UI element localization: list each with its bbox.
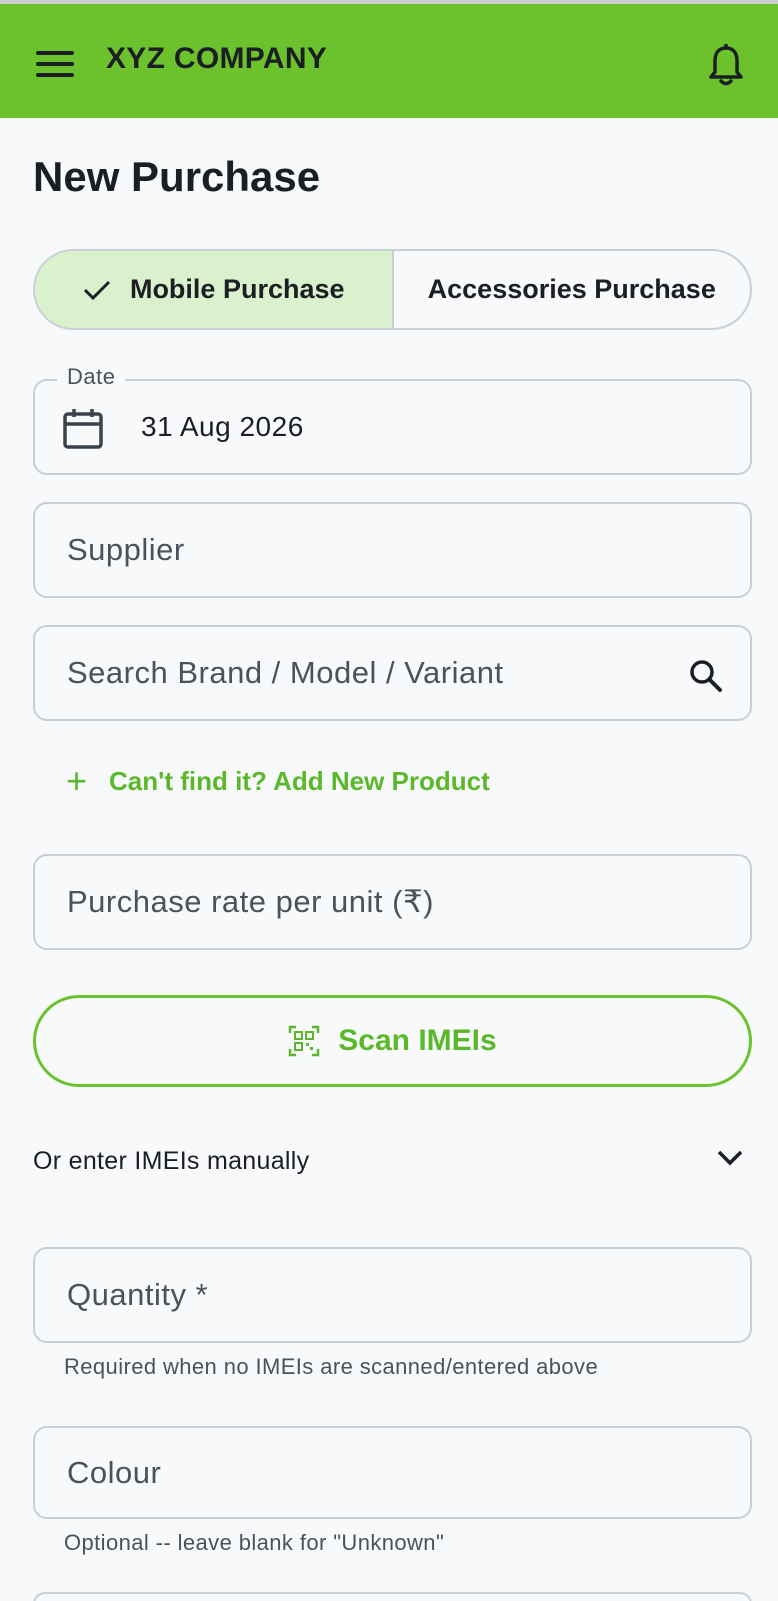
quantity-field[interactable]: Quantity * [33,1247,752,1343]
search-icon[interactable] [687,657,725,695]
quantity-placeholder: Quantity * [67,1277,209,1312]
qr-scan-icon [289,1025,320,1057]
calendar-icon [63,409,103,449]
date-label: Date [57,364,126,390]
menu-icon[interactable] [36,51,76,77]
purchase-rate-field[interactable]: Purchase rate per unit (₹) [33,854,752,950]
supplier-placeholder: Supplier [67,532,185,567]
manual-imei-toggle[interactable]: Or enter IMEIs manually [33,1136,752,1186]
add-new-product-label: Can't find it? Add New Product [109,765,490,796]
next-field-edge [33,1592,752,1601]
plus-icon: + [66,760,88,801]
colour-field[interactable]: Colour [33,1426,752,1519]
add-new-product-link[interactable]: + Can't find it? Add New Product [66,763,490,799]
page-title: New Purchase [33,153,321,200]
quantity-helper: Required when no IMEIs are scanned/enter… [64,1354,599,1379]
tab-accessories-purchase[interactable]: Accessories Purchase [394,251,751,328]
app-title: XYZ COMPANY [106,42,328,75]
search-placeholder: Search Brand / Model / Variant [67,655,504,690]
tab-label: Mobile Purchase [129,274,345,304]
purchase-type-toggle: Mobile Purchase Accessories Purchase [33,249,752,330]
date-field[interactable]: Date 31 Aug 2026 [33,364,752,475]
app-bar: XYZ COMPANY [0,4,778,118]
tab-mobile-purchase[interactable]: Mobile Purchase [35,251,394,328]
bell-icon[interactable] [706,44,746,88]
scan-imeis-label: Scan IMEIs [338,1024,497,1057]
chevron-down-icon [717,1150,743,1166]
colour-helper: Optional -- leave blank for "Unknown" [64,1530,445,1555]
scan-imeis-button[interactable]: Scan IMEIs [33,995,752,1087]
tab-label: Accessories Purchase [427,274,716,304]
colour-placeholder: Colour [67,1454,162,1490]
manual-imei-label: Or enter IMEIs manually [33,1146,310,1175]
supplier-field[interactable]: Supplier [33,502,752,598]
date-value: 31 Aug 2026 [141,411,304,442]
product-search-field[interactable]: Search Brand / Model / Variant [33,625,752,721]
check-icon [83,280,111,300]
rate-placeholder: Purchase rate per unit (₹) [67,884,434,919]
